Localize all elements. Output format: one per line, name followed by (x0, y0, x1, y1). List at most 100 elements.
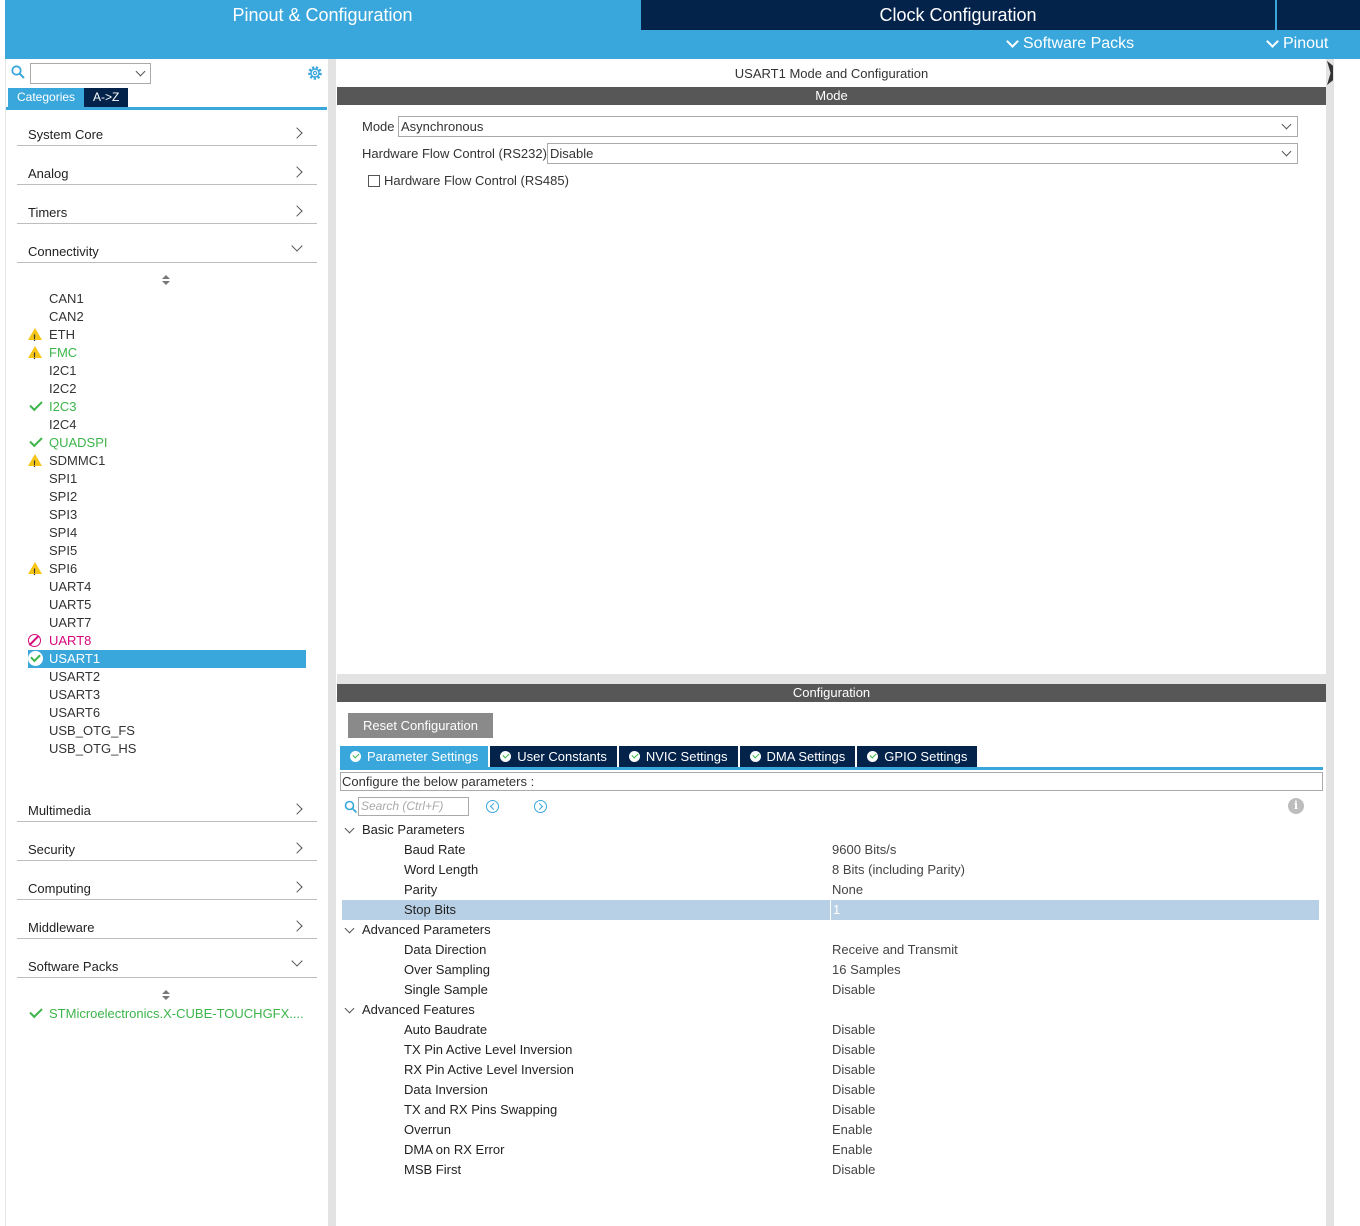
parameter-value[interactable]: 16 Samples (832, 960, 901, 980)
tab-categories[interactable]: Categories (8, 88, 85, 107)
category-system-core[interactable]: System Core (17, 119, 317, 146)
parameter-row[interactable]: TX and RX Pins Swapping Disable (342, 1100, 1319, 1120)
peripheral-item[interactable]: USB_OTG_HS (28, 740, 306, 758)
parameter-row[interactable]: Over Sampling 16 Samples (342, 960, 1319, 980)
gear-icon[interactable] (306, 64, 324, 82)
peripheral-item[interactable]: USB_OTG_FS (28, 722, 306, 740)
parameter-value[interactable]: Enable (832, 1140, 872, 1160)
peripheral-item[interactable]: QUADSPI (28, 433, 306, 452)
category-search-input[interactable] (30, 63, 151, 84)
category-multimedia[interactable]: Multimedia (17, 795, 317, 822)
category-middleware[interactable]: Middleware (17, 912, 317, 939)
parameter-value[interactable]: Disable (832, 1060, 875, 1080)
parameter-row[interactable]: Auto Baudrate Disable (342, 1020, 1319, 1040)
parameter-row[interactable]: MSB First Disable (342, 1160, 1319, 1180)
category-connectivity[interactable]: Connectivity (17, 236, 317, 263)
mode-select[interactable]: Asynchronous (398, 116, 1298, 137)
parameter-row[interactable]: Baud Rate 9600 Bits/s (342, 840, 1319, 860)
tab-clock-configuration[interactable]: Clock Configuration (641, 0, 1275, 30)
sort-icon[interactable] (161, 275, 171, 287)
hwfc-rs485-checkbox[interactable] (368, 175, 380, 187)
peripheral-item[interactable]: SPI4 (28, 524, 306, 542)
peripheral-item[interactable]: I2C2 (28, 380, 306, 398)
peripheral-item[interactable]: USART3 (28, 686, 306, 704)
search-icon[interactable] (11, 65, 25, 79)
parameter-value[interactable]: None (832, 880, 863, 900)
category-analog[interactable]: Analog (17, 158, 317, 185)
tab-nvic-settings[interactable]: NVIC Settings (618, 746, 738, 767)
peripheral-item[interactable]: UART8 (28, 632, 306, 650)
search-icon[interactable] (344, 800, 358, 814)
peripheral-item[interactable]: I2C4 (28, 416, 306, 434)
previous-match-icon[interactable] (486, 800, 499, 813)
parameter-row[interactable]: Word Length 8 Bits (including Parity) (342, 860, 1319, 880)
peripheral-item[interactable]: SPI3 (28, 506, 306, 524)
parameter-row[interactable]: DMA on RX Error Enable (342, 1140, 1319, 1160)
peripheral-item[interactable]: USART1 (28, 650, 306, 668)
peripheral-item[interactable]: UART4 (28, 578, 306, 596)
parameter-value[interactable]: Disable (832, 1040, 875, 1060)
tab-pinout-configuration[interactable]: Pinout & Configuration (5, 0, 640, 30)
parameter-value[interactable]: Receive and Transmit (832, 940, 958, 960)
category-security[interactable]: Security (17, 834, 317, 861)
tab-more[interactable] (1277, 0, 1360, 30)
collapse-arrow-icon[interactable] (1327, 61, 1333, 85)
parameter-value[interactable]: Disable (832, 1020, 875, 1040)
parameter-search-input[interactable]: Search (Ctrl+F) (358, 797, 469, 816)
reset-configuration-button[interactable]: Reset Configuration (348, 713, 493, 738)
parameter-value[interactable]: Disable (832, 1080, 875, 1100)
peripheral-item[interactable]: FMC (28, 344, 306, 365)
peripheral-item[interactable]: CAN2 (28, 308, 306, 326)
peripheral-item[interactable]: ETH (28, 326, 306, 347)
parameter-value[interactable]: Disable (832, 1100, 875, 1120)
parameter-value[interactable]: 8 Bits (including Parity) (832, 860, 965, 880)
left-panel-scrollbar[interactable] (328, 59, 336, 1226)
chevron-down-icon[interactable] (344, 823, 355, 834)
parameter-group[interactable]: Advanced Parameters (342, 920, 1319, 940)
tab-gpio-settings[interactable]: GPIO Settings (857, 746, 978, 767)
parameter-group[interactable]: Basic Parameters (342, 820, 1319, 840)
right-panel-scrollbar[interactable] (1326, 59, 1334, 1226)
parameter-row[interactable]: Single Sample Disable (342, 980, 1319, 1000)
splitter[interactable] (337, 674, 1326, 684)
chevron-down-icon[interactable] (344, 1003, 355, 1014)
peripheral-item[interactable]: UART5 (28, 596, 306, 614)
peripheral-item[interactable]: USART6 (28, 704, 306, 722)
parameter-value[interactable]: 1 (830, 900, 840, 920)
parameter-value[interactable]: Disable (832, 1160, 875, 1180)
pinout-menu[interactable]: Pinout (1266, 35, 1328, 53)
hwfc-rs232-select[interactable]: Disable (547, 143, 1298, 164)
next-match-icon[interactable] (534, 800, 547, 813)
parameter-group[interactable]: Advanced Features (342, 1000, 1319, 1020)
software-packs-menu[interactable]: Software Packs (1006, 35, 1134, 53)
parameter-row[interactable]: TX Pin Active Level Inversion Disable (342, 1040, 1319, 1060)
peripheral-item[interactable]: I2C1 (28, 362, 306, 380)
tab-parameter-settings[interactable]: Parameter Settings (340, 746, 489, 767)
parameter-value[interactable]: Disable (832, 980, 875, 1000)
info-icon[interactable]: i (1288, 798, 1304, 814)
peripheral-item[interactable]: SPI2 (28, 488, 306, 506)
peripheral-item[interactable]: UART7 (28, 614, 306, 632)
parameter-value[interactable]: Enable (832, 1120, 872, 1140)
peripheral-item[interactable]: SPI5 (28, 542, 306, 560)
tab-dma-settings[interactable]: DMA Settings (739, 746, 856, 767)
peripheral-item[interactable]: I2C3 (28, 397, 306, 416)
parameter-row[interactable]: Data Inversion Disable (342, 1080, 1319, 1100)
parameter-row[interactable]: Overrun Enable (342, 1120, 1319, 1140)
peripheral-item[interactable]: USART2 (28, 668, 306, 686)
parameter-row[interactable]: RX Pin Active Level Inversion Disable (342, 1060, 1319, 1080)
category-timers[interactable]: Timers (17, 197, 317, 224)
sort-icon[interactable] (161, 990, 171, 1002)
tab-user-constants[interactable]: User Constants (490, 746, 617, 767)
peripheral-item[interactable]: CAN1 (28, 290, 306, 308)
chevron-down-icon[interactable] (135, 66, 146, 77)
parameter-row[interactable]: Parity None (342, 880, 1319, 900)
peripheral-item[interactable]: SDMMC1 (28, 452, 306, 473)
parameter-value[interactable]: 9600 Bits/s (832, 840, 896, 860)
peripheral-item[interactable]: SPI1 (28, 470, 306, 488)
parameter-row[interactable]: Data Direction Receive and Transmit (342, 940, 1319, 960)
peripheral-item[interactable]: SPI6 (28, 560, 306, 581)
software-pack-item[interactable]: STMicroelectronics.X-CUBE-TOUCHGFX.... (28, 1004, 306, 1023)
parameter-row[interactable]: Stop Bits 1 (342, 900, 1319, 920)
category-computing[interactable]: Computing (17, 873, 317, 900)
